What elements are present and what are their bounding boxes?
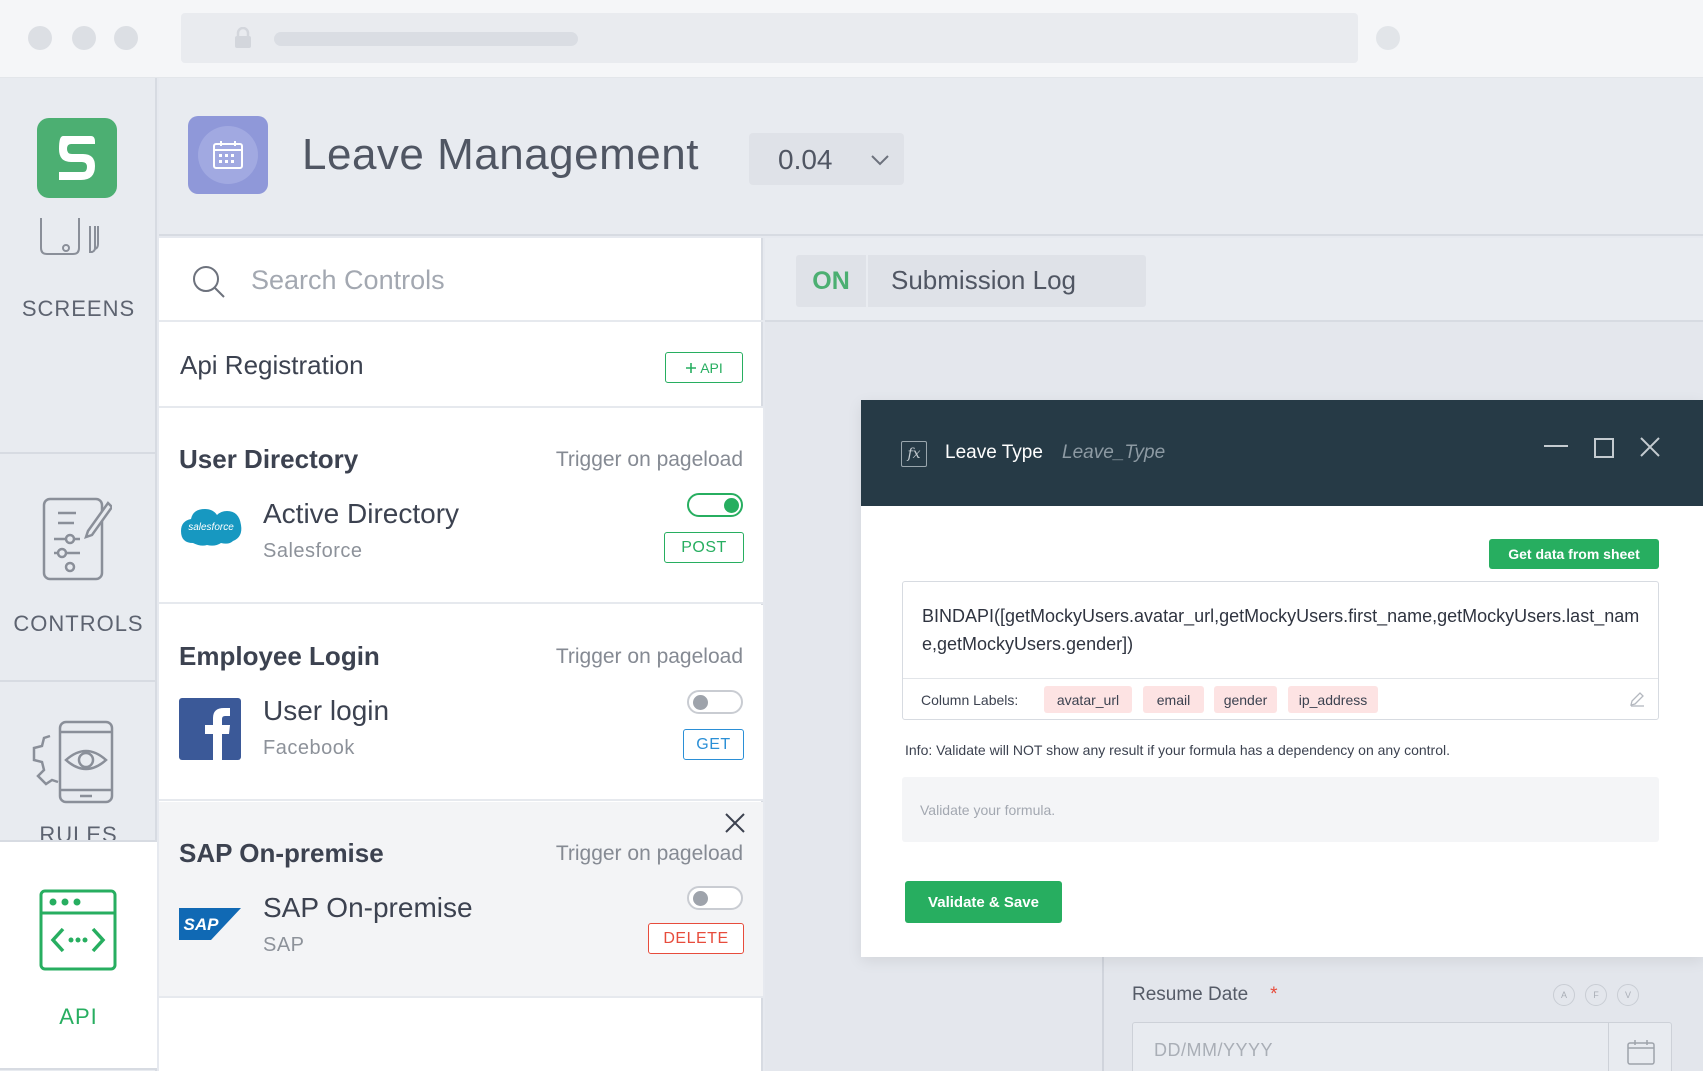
required-mark: * — [1270, 984, 1278, 1005]
column-labels-row: Column Labels: avatar_url email gender i… — [903, 678, 1658, 719]
method-get-button[interactable]: GET — [683, 729, 744, 760]
calendar-icon — [1627, 1040, 1655, 1065]
card-title: User Directory — [179, 444, 359, 474]
maximize-icon[interactable] — [1594, 438, 1614, 458]
page-title: Leave Management — [302, 130, 699, 179]
formula-text[interactable]: BINDAPI([getMockyUsers.avatar_url,getMoc… — [922, 602, 1652, 658]
chevron-down-icon — [871, 155, 889, 166]
close-icon[interactable] — [724, 812, 746, 834]
form-field-resume-date: Resume Date * A F V DD/MM/YYYY — [1102, 954, 1703, 1071]
pageload-toggle[interactable] — [687, 493, 743, 517]
connector-provider: Salesforce — [263, 540, 363, 562]
status-badge[interactable]: ON — [796, 255, 866, 307]
sidebar-item-controls[interactable]: CONTROLS — [0, 454, 157, 682]
preview-toolbar: ON Submission Log — [765, 238, 1703, 322]
column-labels-title: Column Labels: — [921, 692, 1019, 708]
sidebar-item-api[interactable]: API — [0, 840, 157, 1070]
api-registration-title: Api Registration — [180, 350, 364, 380]
formula-modal: fx Leave Type Leave_Type Get data from s… — [861, 400, 1703, 957]
sidebar-item-label: CONTROLS — [13, 611, 144, 636]
api-card-user-directory[interactable]: User Directory Trigger on pageload sales… — [159, 408, 763, 604]
sidebar-item-label: API — [59, 1004, 98, 1029]
api-card-sap-onpremise[interactable]: SAP On-premise Trigger on pageload SAP S… — [159, 802, 763, 998]
connector-name: Active Directory — [263, 498, 460, 529]
svg-text:SAP: SAP — [184, 915, 220, 934]
field-badge-a[interactable]: A — [1553, 984, 1575, 1006]
column-label-chip[interactable]: email — [1143, 686, 1204, 713]
fx-icon: fx — [901, 441, 927, 467]
sap-logo: SAP — [179, 908, 241, 940]
sidebar-item-label: SCREENS — [21, 296, 136, 321]
window-close-dot[interactable] — [28, 26, 52, 50]
date-placeholder: DD/MM/YYYY — [1154, 1040, 1274, 1060]
browser-bar — [0, 0, 1703, 78]
facebook-logo — [179, 698, 241, 760]
modal-header: fx Leave Type Leave_Type — [861, 400, 1703, 506]
validate-save-button[interactable]: Validate & Save — [905, 881, 1062, 923]
window-minimize-dot[interactable] — [72, 26, 96, 50]
date-input[interactable]: DD/MM/YYYY — [1132, 1022, 1672, 1071]
field-badge-f[interactable]: F — [1585, 984, 1607, 1006]
formula-editor[interactable]: BINDAPI([getMockyUsers.avatar_url,getMoc… — [902, 581, 1659, 720]
lock-icon — [235, 27, 251, 48]
plus-icon — [686, 362, 697, 373]
app-icon — [188, 116, 268, 194]
version-value: 0.04 — [778, 144, 833, 175]
logo-s-icon — [59, 136, 95, 180]
edit-icon[interactable] — [1629, 691, 1645, 707]
column-label-chip[interactable]: avatar_url — [1044, 686, 1132, 713]
app-header: Leave Management 0.04 — [159, 78, 1703, 236]
rules-icon — [32, 720, 114, 804]
browser-extension-dot[interactable] — [1376, 26, 1400, 50]
salesforce-logo: salesforce — [181, 509, 242, 546]
column-label-chip[interactable]: gender — [1214, 686, 1277, 713]
column-label-chip[interactable]: ip_address — [1288, 686, 1378, 713]
trigger-label: Trigger on pageload — [555, 448, 743, 471]
api-registration-row: Api Registration API — [159, 322, 763, 408]
add-api-label: API — [700, 359, 723, 376]
url-text-placeholder — [274, 32, 578, 46]
minimize-icon[interactable] — [1544, 444, 1568, 448]
search-icon — [193, 266, 225, 298]
search-row — [159, 238, 763, 322]
app-logo[interactable] — [37, 118, 117, 198]
screens-icon — [40, 218, 99, 255]
pageload-toggle[interactable] — [687, 886, 743, 910]
method-delete-button[interactable]: DELETE — [648, 923, 744, 954]
api-panel: Api Registration API User Directory Trig… — [159, 238, 763, 1071]
field-label: Resume Date * — [1132, 984, 1278, 1005]
trigger-label: Trigger on pageload — [555, 645, 743, 668]
sidebar-item-screens[interactable]: SCREENS — [0, 218, 157, 454]
card-title: SAP On-premise — [179, 838, 384, 868]
api-icon — [39, 889, 117, 971]
validate-placeholder: Validate your formula. — [920, 802, 1056, 818]
calendar-icon — [213, 141, 243, 169]
date-picker-button[interactable] — [1608, 1023, 1671, 1071]
connector-provider: Facebook — [263, 737, 355, 759]
search-input[interactable] — [251, 258, 731, 302]
field-badge-v[interactable]: V — [1617, 984, 1639, 1006]
pageload-toggle[interactable] — [687, 690, 743, 714]
info-text: Info: Validate will NOT show any result … — [905, 742, 1450, 758]
validate-result-box: Validate your formula. — [902, 777, 1659, 842]
modal-title: Leave Type — [945, 442, 1043, 463]
modal-subtitle: Leave_Type — [1062, 442, 1166, 463]
card-title: Employee Login — [179, 641, 380, 671]
get-data-from-sheet-button[interactable]: Get data from sheet — [1489, 539, 1659, 569]
api-card-employee-login[interactable]: Employee Login Trigger on pageload User … — [159, 605, 763, 801]
version-dropdown[interactable]: 0.04 — [749, 133, 904, 185]
address-bar[interactable] — [181, 13, 1358, 63]
connector-name: User login — [263, 695, 390, 726]
sidebar: SCREENS CONTROLS RULES API — [0, 78, 157, 1071]
window-maximize-dot[interactable] — [114, 26, 138, 50]
controls-icon — [42, 497, 112, 581]
method-post-button[interactable]: POST — [664, 532, 744, 563]
trigger-label: Trigger on pageload — [555, 842, 743, 865]
add-api-button[interactable]: API — [665, 352, 743, 383]
tab-submission-log[interactable]: Submission Log — [868, 255, 1146, 307]
connector-name: SAP On-premise — [263, 892, 473, 923]
connector-provider: SAP — [263, 934, 305, 956]
svg-text:salesforce: salesforce — [188, 522, 234, 533]
close-icon[interactable] — [1640, 437, 1660, 457]
